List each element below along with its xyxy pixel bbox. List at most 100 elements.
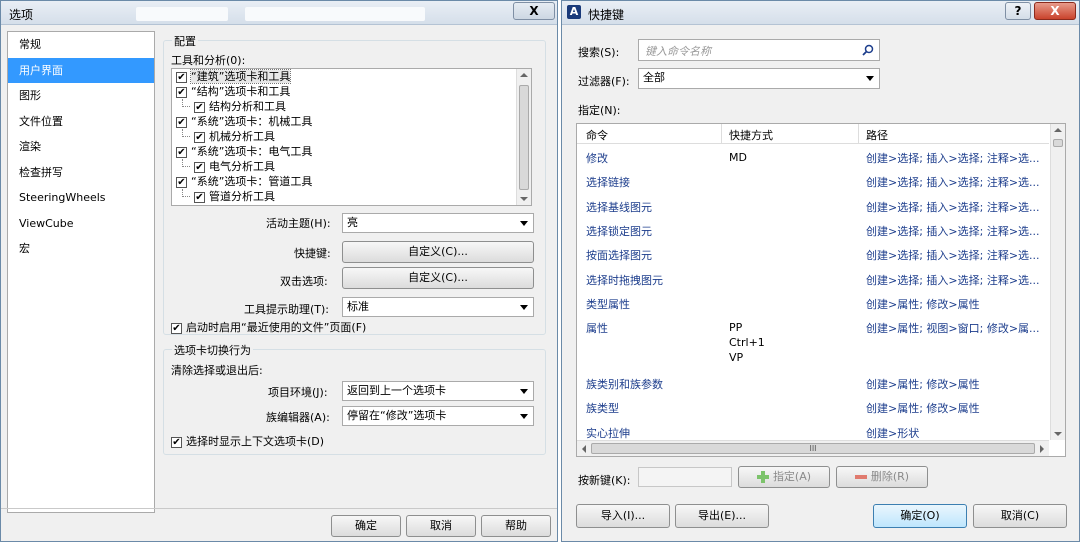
customize-doubleclick-button[interactable]: 自定义(C)... bbox=[342, 267, 534, 289]
tree-vertical-scrollbar[interactable] bbox=[516, 69, 531, 205]
search-input[interactable]: 键入命令名称 bbox=[638, 39, 880, 61]
nav-item-steeringwheels[interactable]: SteeringWheels bbox=[8, 185, 154, 211]
plus-icon bbox=[756, 471, 769, 483]
tree-item[interactable]: ✔ “结构”选项卡和工具 bbox=[172, 84, 531, 99]
tree-connector bbox=[182, 129, 190, 137]
table-row[interactable]: 修改 MD 创建>选择; 插入>选择; 注释>选... bbox=[577, 145, 1049, 169]
table-row[interactable]: 类型属性 创建>属性; 修改>属性 bbox=[577, 291, 1049, 315]
table-row[interactable]: 族类别和族参数 创建>属性; 修改>属性 bbox=[577, 371, 1049, 395]
remove-button-label: 删除(R) bbox=[870, 470, 910, 483]
table-vertical-scrollbar[interactable] bbox=[1050, 124, 1065, 440]
tree-item[interactable]: ✔ “系统”选项卡：机械工具 bbox=[172, 114, 531, 129]
column-divider bbox=[858, 124, 859, 144]
command-cell: 按面选择图元 bbox=[586, 249, 652, 263]
startup-checkbox[interactable]: ✔ 启动时启用“最近使用的文件”页面(F) bbox=[171, 319, 366, 335]
tooltip-value: 标准 bbox=[347, 300, 369, 313]
tree-item[interactable]: ✔ “系统”选项卡：管道工具 bbox=[172, 174, 531, 189]
active-theme-value: 亮 bbox=[347, 216, 358, 229]
checkbox-checked-icon[interactable]: ✔ bbox=[194, 131, 205, 143]
table-row[interactable]: 族类型 创建>属性; 修改>属性 bbox=[577, 395, 1049, 419]
scroll-thumb[interactable] bbox=[1053, 139, 1063, 147]
nav-item-spelling[interactable]: 检查拼写 bbox=[8, 160, 154, 186]
path-cell: 创建>选择; 插入>选择; 注释>选... bbox=[866, 249, 1040, 263]
tree-item[interactable]: ✔ 电气分析工具 bbox=[172, 159, 531, 174]
table-row[interactable]: 选择锁定图元 创建>选择; 插入>选择; 注释>选... bbox=[577, 218, 1049, 242]
table-row[interactable]: 选择时拖拽图元 创建>选择; 插入>选择; 注释>选... bbox=[577, 267, 1049, 291]
cancel-button[interactable]: 取消(C) bbox=[973, 504, 1067, 528]
nav-item-user-interface[interactable]: 用户界面 bbox=[8, 57, 154, 83]
table-row[interactable]: 选择链接 创建>选择; 插入>选择; 注释>选... bbox=[577, 169, 1049, 193]
tree-item[interactable]: ✔ 结构分析和工具 bbox=[172, 99, 531, 114]
checkbox-checked-icon[interactable]: ✔ bbox=[176, 86, 187, 98]
checkbox-checked-icon[interactable]: ✔ bbox=[176, 146, 187, 158]
nav-item-macros[interactable]: 宏 bbox=[8, 236, 154, 262]
scroll-down-icon[interactable] bbox=[1054, 432, 1062, 436]
close-icon[interactable]: X bbox=[1034, 2, 1076, 20]
help-icon[interactable]: ? bbox=[1005, 2, 1031, 20]
blurred-tab bbox=[136, 7, 228, 21]
press-key-input[interactable] bbox=[638, 467, 732, 487]
tree-item[interactable]: ✔ “系统”选项卡：电气工具 bbox=[172, 144, 531, 159]
ok-button[interactable]: 确定(O) bbox=[873, 504, 967, 528]
table-row[interactable]: 选择基线图元 创建>选择; 插入>选择; 注释>选... bbox=[577, 194, 1049, 218]
command-cell: 修改 bbox=[586, 152, 608, 165]
scroll-up-icon[interactable] bbox=[520, 73, 528, 77]
nav-item-general[interactable]: 常规 bbox=[8, 32, 154, 58]
scroll-thumb[interactable] bbox=[519, 85, 529, 190]
command-cell: 族类别和族参数 bbox=[586, 378, 663, 392]
table-row[interactable]: 属性 PP Ctrl+1 VP 创建>属性; 视图>窗口; 修改>属... bbox=[577, 315, 1049, 371]
project-env-select[interactable]: 返回到上一个选项卡 bbox=[342, 381, 534, 401]
export-button[interactable]: 导出(E)... bbox=[675, 504, 769, 528]
tree-item[interactable]: ✔ “建筑”选项卡和工具 bbox=[172, 69, 531, 84]
column-header-command[interactable]: 命令 bbox=[586, 127, 608, 143]
checkbox-checked-icon[interactable]: ✔ bbox=[176, 176, 187, 188]
search-label: 搜索(S): bbox=[578, 46, 620, 59]
context-tab-checkbox[interactable]: ✔ 选择时显示上下文选项卡(D) bbox=[171, 433, 324, 449]
nav-item-file-locations[interactable]: 文件位置 bbox=[8, 109, 154, 135]
path-cell: 创建>属性; 修改>属性 bbox=[866, 297, 980, 311]
checkbox-checked-icon[interactable]: ✔ bbox=[171, 436, 182, 448]
checkbox-checked-icon[interactable]: ✔ bbox=[176, 116, 187, 128]
search-icon[interactable] bbox=[862, 44, 874, 56]
nav-item-viewcube[interactable]: ViewCube bbox=[8, 211, 154, 237]
config-group-title: 配置 bbox=[172, 33, 198, 49]
table-horizontal-scrollbar[interactable]: III bbox=[577, 440, 1049, 456]
nav-item-graphics[interactable]: 图形 bbox=[8, 83, 154, 109]
tools-analysis-label: 工具和分析(0): bbox=[171, 54, 246, 67]
filter-label: 过滤器(F): bbox=[578, 75, 630, 88]
scroll-right-icon[interactable] bbox=[1040, 445, 1044, 453]
tree-item[interactable]: ✔ 机械分析工具 bbox=[172, 129, 531, 144]
customize-shortcuts-button[interactable]: 自定义(C)... bbox=[342, 241, 534, 263]
command-cell: 选择基线图元 bbox=[586, 200, 652, 214]
table-row[interactable]: 按面选择图元 创建>选择; 插入>选择; 注释>选... bbox=[577, 242, 1049, 266]
tooltip-select[interactable]: 标准 bbox=[342, 297, 534, 317]
active-theme-select[interactable]: 亮 bbox=[342, 213, 534, 233]
tools-tree: ✔ “建筑”选项卡和工具 ✔ “结构”选项卡和工具 ✔ 结构分析和工具 ✔ “系统”选项卡：机… bbox=[171, 68, 532, 206]
double-click-label: 双击选项: bbox=[280, 275, 328, 288]
nav-item-rendering[interactable]: 渲染 bbox=[8, 134, 154, 160]
family-editor-select[interactable]: 停留在“修改”选项卡 bbox=[342, 406, 534, 426]
help-button[interactable]: 帮助 bbox=[481, 515, 551, 537]
scroll-up-icon[interactable] bbox=[1054, 128, 1062, 132]
checkbox-checked-icon[interactable]: ✔ bbox=[171, 322, 182, 334]
remove-shortcut-button[interactable]: 删除(R) bbox=[836, 466, 928, 488]
checkbox-checked-icon[interactable]: ✔ bbox=[194, 101, 205, 113]
shortcuts-titlebar: A 快捷键 ? X bbox=[562, 1, 1079, 25]
tree-item[interactable]: ✔ 管道分析工具 bbox=[172, 189, 531, 204]
checkbox-checked-icon[interactable]: ✔ bbox=[194, 161, 205, 173]
import-button[interactable]: 导入(I)... bbox=[576, 504, 670, 528]
column-header-path[interactable]: 路径 bbox=[866, 127, 888, 143]
tree-connector bbox=[182, 159, 190, 167]
checkbox-checked-icon[interactable]: ✔ bbox=[194, 191, 205, 203]
cancel-button[interactable]: 取消 bbox=[406, 515, 476, 537]
filter-select[interactable]: 全部 bbox=[638, 68, 880, 89]
assign-shortcut-button[interactable]: 指定(A) bbox=[738, 466, 830, 488]
scroll-down-icon[interactable] bbox=[520, 197, 528, 201]
horizontal-scroll-thumb[interactable]: III bbox=[591, 443, 1035, 454]
ok-button[interactable]: 确定 bbox=[331, 515, 401, 537]
close-icon[interactable]: X bbox=[513, 2, 555, 20]
column-header-shortcut[interactable]: 快捷方式 bbox=[729, 127, 773, 143]
checkbox-checked-icon[interactable]: ✔ bbox=[176, 71, 187, 83]
scroll-left-icon[interactable] bbox=[582, 445, 586, 453]
context-tab-checkbox-label: 选择时显示上下文选项卡(D) bbox=[186, 435, 325, 448]
